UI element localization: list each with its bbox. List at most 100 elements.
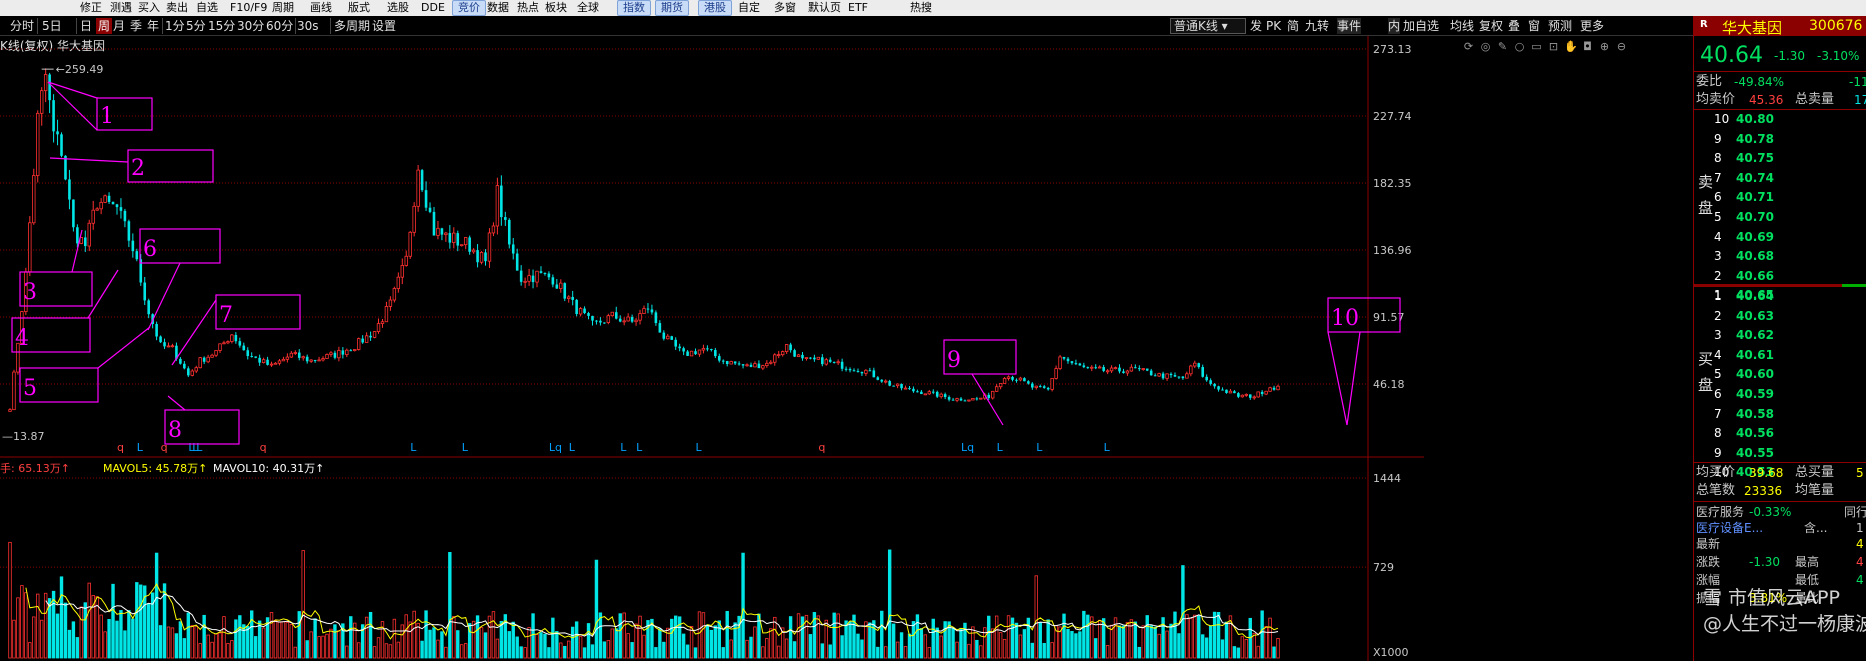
candle-body xyxy=(111,201,115,205)
y-tick-label: 227.74 xyxy=(1373,110,1412,123)
volume-bar xyxy=(788,616,793,659)
volume-bar xyxy=(1086,614,1090,659)
volume-bar xyxy=(8,541,12,659)
candle-body xyxy=(43,74,48,92)
candle-body xyxy=(202,357,206,362)
book-volume-mark xyxy=(1854,209,1866,210)
candle-body xyxy=(784,344,789,353)
last-price: 40.64 xyxy=(1700,43,1763,68)
volume-bar xyxy=(927,647,931,659)
candle-body xyxy=(991,390,995,399)
candle-body xyxy=(1027,381,1030,384)
candle-body xyxy=(796,354,801,358)
volume-bar xyxy=(1014,622,1019,659)
volume-bar xyxy=(1078,631,1082,659)
max-label: ←259.49 xyxy=(56,63,104,76)
book-level: 6 xyxy=(1714,190,1722,205)
volume-bar xyxy=(364,616,369,659)
volume-bar xyxy=(305,640,309,659)
volume-bar xyxy=(40,619,44,659)
candle-body xyxy=(947,397,951,400)
candle-body xyxy=(1066,358,1070,362)
volume-bar xyxy=(479,627,484,659)
annotation-label: 8 xyxy=(168,418,182,443)
price-change-pct: -3.10% xyxy=(1817,49,1860,63)
candle-body xyxy=(1082,365,1086,368)
volume-bar xyxy=(685,644,690,659)
candle-body xyxy=(313,360,317,362)
kline-chart[interactable]: 273.13227.74182.35136.9691.5746.18←259.4… xyxy=(0,0,1693,661)
stock-code: 300676 xyxy=(1809,18,1863,34)
candle-body xyxy=(396,276,401,289)
candle-body xyxy=(1042,386,1046,388)
volume-bar xyxy=(539,632,543,659)
r-logo-icon: R xyxy=(1700,19,1708,30)
watermark-line1: 雪 市值风云APP xyxy=(1703,587,1840,609)
candle-body xyxy=(504,217,507,220)
candle-body xyxy=(856,370,860,372)
candle-body xyxy=(333,352,337,358)
volume-bar xyxy=(460,644,464,659)
candle-body xyxy=(166,345,171,348)
volume-bar xyxy=(428,629,432,659)
candle-body xyxy=(325,354,329,359)
volume-bar xyxy=(658,628,662,659)
candle-body xyxy=(852,370,856,372)
candle-body xyxy=(56,131,59,135)
book-volume-mark xyxy=(1854,229,1866,230)
candle-body xyxy=(416,169,420,207)
volume-bar xyxy=(246,625,250,659)
volume-bar xyxy=(222,616,226,659)
volume-bar xyxy=(1109,624,1114,659)
volume-bar xyxy=(828,644,832,659)
candle-body xyxy=(463,237,468,246)
candle-body xyxy=(682,348,685,352)
annotation-label: 2 xyxy=(131,156,145,181)
candle-body xyxy=(1058,356,1062,369)
event-marker: q xyxy=(260,441,267,454)
book-price: 40.69 xyxy=(1736,229,1774,244)
candle-body xyxy=(1090,366,1094,369)
volume-bar xyxy=(915,614,920,659)
volume-bar xyxy=(32,616,36,659)
candle-body xyxy=(511,244,515,254)
volume-bar xyxy=(349,616,353,659)
book-price: 40.62 xyxy=(1736,328,1774,343)
volume-bar xyxy=(376,637,381,659)
candle-body xyxy=(460,244,464,247)
candle-body xyxy=(737,363,741,365)
candle-body xyxy=(68,179,71,200)
candle-body xyxy=(1094,367,1098,369)
candle-body xyxy=(210,354,214,358)
candle-body xyxy=(912,388,915,392)
candle-body xyxy=(892,385,895,387)
candle-body xyxy=(943,394,947,398)
candle-body xyxy=(591,315,594,321)
candle-body xyxy=(337,350,341,359)
book-volume-mark xyxy=(1854,150,1866,151)
volume-bar xyxy=(994,615,999,659)
candle-body xyxy=(939,393,943,398)
candle-body xyxy=(404,255,408,266)
event-marker: L xyxy=(196,441,203,454)
volume-bar xyxy=(206,634,210,659)
book-volume-mark xyxy=(1854,308,1866,309)
candle-body xyxy=(408,231,412,257)
book-level: 4 xyxy=(1714,229,1722,244)
candle-body xyxy=(923,393,928,396)
candle-body xyxy=(714,350,717,357)
volume-bar xyxy=(907,633,912,659)
candle-body xyxy=(353,349,357,351)
book-price: 40.80 xyxy=(1736,112,1774,126)
candle-body xyxy=(135,251,139,260)
y-tick-label: 273.13 xyxy=(1373,43,1412,56)
volume-bar xyxy=(975,639,979,659)
candle-body xyxy=(76,227,79,244)
event-marker: Lq xyxy=(961,441,974,454)
candle-body xyxy=(285,356,290,360)
candle-body xyxy=(955,398,959,401)
candle-body xyxy=(484,252,487,262)
volume-bar xyxy=(257,620,262,659)
candle-body xyxy=(967,399,971,402)
volume-bar xyxy=(574,621,579,659)
